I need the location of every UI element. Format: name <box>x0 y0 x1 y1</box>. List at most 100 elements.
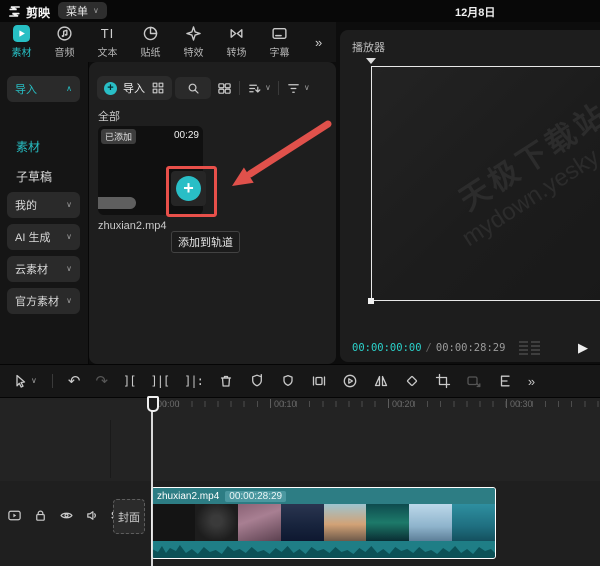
tab-label: 文本 <box>98 44 118 59</box>
sidebar-label: 官方素材 <box>15 293 59 309</box>
tab-label: 特效 <box>184 44 204 59</box>
chevron-down-icon: ∨ <box>66 201 72 209</box>
thumbnail <box>238 504 281 541</box>
chevron-down-icon: ∨ <box>66 297 72 305</box>
filter-button[interactable]: ∨ <box>286 81 310 96</box>
mask-icon[interactable] <box>280 373 296 389</box>
highlight-red-box <box>166 166 217 217</box>
redo-icon: ↷ <box>95 374 108 389</box>
ratio-icon[interactable] <box>519 341 540 356</box>
chevron-down-icon: ∨ <box>265 84 271 92</box>
tab-text[interactable]: TI 文本 <box>86 25 129 59</box>
record-icon <box>466 373 482 389</box>
playhead-line[interactable] <box>151 398 153 566</box>
sidebar-item-material[interactable]: 素材 <box>16 138 40 155</box>
sidebar-label: AI 生成 <box>15 229 50 245</box>
sidebar-label: 我的 <box>15 197 37 213</box>
thumbnail <box>152 504 195 541</box>
cover-button[interactable]: 封面 <box>113 499 145 534</box>
mirror-icon[interactable] <box>373 373 389 389</box>
clip-name: zhuxian2.mp4 <box>157 491 219 502</box>
crop-icon[interactable] <box>435 373 451 389</box>
search-button[interactable] <box>175 77 211 99</box>
app-name: 剪映 <box>26 4 50 21</box>
ruler-label: 00:30 <box>506 399 533 409</box>
filter-all-label[interactable]: 全部 <box>98 108 120 124</box>
menu-button[interactable]: 菜单 ∨ <box>58 2 107 19</box>
eye-icon[interactable] <box>59 508 74 523</box>
timeline-clip[interactable]: zhuxian2.mp4 00:00:28:29 <box>151 487 496 559</box>
undo-icon[interactable]: ↶ <box>68 374 81 389</box>
text-icon: TI <box>101 25 115 42</box>
tab-transition[interactable]: 转场 <box>215 25 258 59</box>
sidebar-item-cloud[interactable]: 云素材 ∨ <box>7 256 80 282</box>
player-controls: 00:00:00:00 / 00:00:28:29 ▶ <box>340 334 600 362</box>
split-icon[interactable]: ][ <box>123 374 135 388</box>
timeline-ruler[interactable] <box>152 401 600 407</box>
lock-icon[interactable] <box>33 508 48 523</box>
chevron-down-icon: ∨ <box>31 377 37 385</box>
chevron-up-icon: ∧ <box>66 85 72 93</box>
chevron-down-icon: ∨ <box>66 233 72 241</box>
preview-frame[interactable] <box>371 66 600 301</box>
date-label: 12月8日 <box>455 4 495 20</box>
thumbnail <box>409 504 452 541</box>
tab-effects[interactable]: 特效 <box>172 25 215 59</box>
tab-captions[interactable]: 字幕 <box>258 25 301 59</box>
sidebar-item-official[interactable]: 官方素材 ∨ <box>7 288 80 314</box>
sidebar-label: 导入 <box>15 81 37 97</box>
media-sidebar: 导入 ∧ 素材 子草稿 我的 ∨ AI 生成 ∨ 云素材 ∨ 官方素材 ∨ <box>0 62 89 364</box>
add-to-track-tooltip: 添加到轨道 <box>171 231 240 253</box>
speed-icon[interactable] <box>342 373 358 389</box>
thumbnail <box>281 504 324 541</box>
speaker-icon[interactable] <box>85 508 100 523</box>
card-duration: 00:29 <box>174 130 199 141</box>
capcut-window: 剪映 菜单 ∨ 12月8日 素材 音频 TI 文本 <box>0 0 600 566</box>
annotation-arrow <box>220 110 340 202</box>
tab-label: 素材 <box>12 44 32 59</box>
split-left-icon[interactable]: ]|[ <box>150 374 169 388</box>
split-right-icon[interactable]: ]|: <box>184 374 203 388</box>
play-button[interactable]: ▶ <box>578 340 588 356</box>
tab-label: 转场 <box>227 44 247 59</box>
clip-waveform <box>152 541 495 557</box>
app-logo-icon <box>7 4 22 19</box>
tab-audio[interactable]: 音频 <box>43 25 86 59</box>
freeze-icon[interactable] <box>249 373 265 389</box>
edit-toolbar: ∨ ↶ ↷ ][ ]|[ ]|: <box>0 364 600 398</box>
tab-sticker[interactable]: 贴纸 <box>129 25 172 59</box>
chevron-down-icon: ∨ <box>66 265 72 273</box>
sidebar-item-mine[interactable]: 我的 ∨ <box>7 192 80 218</box>
player-title: 播放器 <box>352 39 385 55</box>
sidebar-item-subdraft[interactable]: 子草稿 <box>16 168 52 185</box>
sort-button[interactable]: ∨ <box>247 81 271 96</box>
rotate-icon[interactable] <box>404 373 420 389</box>
import-grid-icon[interactable] <box>151 81 165 95</box>
frame-handle[interactable] <box>368 298 374 304</box>
added-badge: 已添加 <box>101 129 136 144</box>
pip-icon[interactable] <box>311 373 327 389</box>
delete-icon[interactable] <box>218 373 234 389</box>
import-button[interactable]: + 导入 <box>97 76 172 100</box>
card-filename: zhuxian2.mp4 <box>98 220 167 232</box>
tab-label: 音频 <box>55 44 75 59</box>
select-tool-button[interactable]: ∨ <box>12 373 37 389</box>
track-list-icon[interactable] <box>497 373 513 389</box>
sidebar-item-import[interactable]: 导入 ∧ <box>7 76 80 102</box>
effects-star-icon <box>185 25 202 42</box>
title-bar: 剪映 菜单 ∨ 12月8日 <box>0 0 600 22</box>
cursor-icon <box>12 373 28 389</box>
plus-icon: + <box>104 82 117 95</box>
tab-material[interactable]: 素材 <box>0 25 43 59</box>
menu-label: 菜单 <box>66 3 88 19</box>
playhead-handle[interactable] <box>147 396 159 412</box>
captions-icon <box>271 25 288 42</box>
view-grid-icon[interactable] <box>217 81 232 96</box>
more-tools-icon[interactable]: » <box>528 375 535 388</box>
sidebar-label: 云素材 <box>15 261 48 277</box>
material-icon <box>13 25 30 42</box>
video-track-icon <box>7 508 22 523</box>
sort-icon <box>247 81 262 96</box>
sidebar-item-ai-generate[interactable]: AI 生成 ∨ <box>7 224 80 250</box>
more-tabs-icon[interactable]: » <box>315 35 322 50</box>
